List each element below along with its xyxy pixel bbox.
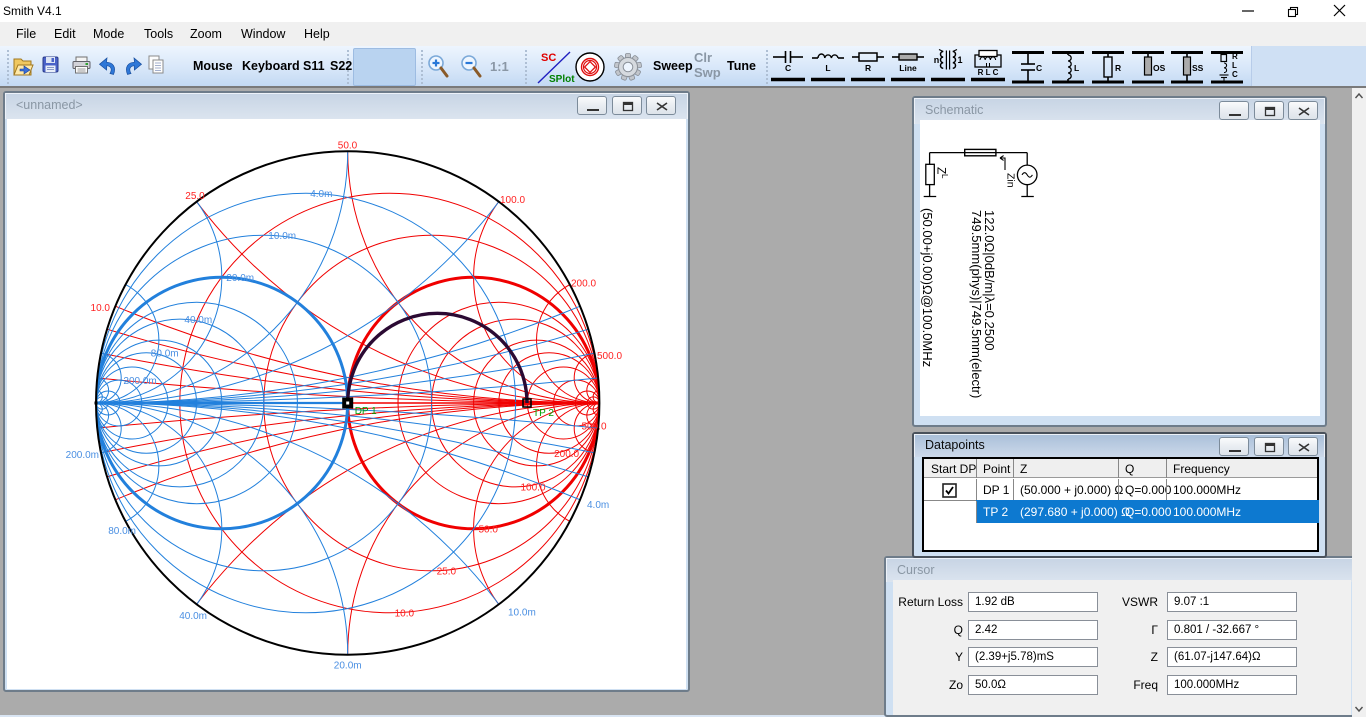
- svg-text:L: L: [940, 174, 949, 179]
- svg-text:50.0: 50.0: [338, 141, 358, 152]
- svg-text:C: C: [1232, 70, 1238, 79]
- svg-text:25.0: 25.0: [437, 567, 457, 578]
- svg-text:SS: SS: [1192, 63, 1204, 73]
- svg-text:40.0m: 40.0m: [179, 611, 207, 622]
- svg-text:L: L: [1074, 63, 1079, 73]
- svg-text:80.0m: 80.0m: [151, 349, 179, 360]
- svg-text:OS: OS: [1153, 63, 1166, 73]
- svg-text:TP 2: TP 2: [533, 408, 554, 419]
- svg-text:40.0m: 40.0m: [184, 315, 212, 326]
- svg-text:10.0m: 10.0m: [508, 608, 536, 619]
- svg-text:(50.00+j0.00)Ω@100.0MHz: (50.00+j0.00)Ω@100.0MHz: [920, 208, 935, 367]
- svg-text:SC: SC: [541, 52, 556, 64]
- svg-text:122.0Ω|0dB/m|λ=0.2500: 122.0Ω|0dB/m|λ=0.2500: [982, 210, 997, 350]
- svg-text:10.0: 10.0: [395, 609, 415, 620]
- svg-text:Line: Line: [899, 63, 917, 73]
- svg-text:500.0: 500.0: [582, 422, 607, 433]
- svg-text:C: C: [785, 63, 791, 73]
- svg-text:20.0m: 20.0m: [334, 660, 362, 671]
- svg-text:200.0m: 200.0m: [123, 376, 156, 387]
- svg-text:Zin: Zin: [1005, 173, 1017, 188]
- svg-text:200.0m: 200.0m: [66, 450, 99, 461]
- svg-text:10.0: 10.0: [91, 303, 111, 314]
- svg-text:4.0m: 4.0m: [310, 189, 332, 200]
- svg-text:100.0: 100.0: [500, 195, 525, 206]
- svg-text:L: L: [825, 63, 830, 73]
- svg-text:500.0: 500.0: [597, 351, 622, 362]
- svg-text:1: 1: [957, 55, 962, 65]
- svg-text:200.0: 200.0: [554, 449, 579, 460]
- svg-text:R: R: [1232, 52, 1238, 61]
- svg-text:SPlot: SPlot: [549, 74, 575, 85]
- svg-text:25.0: 25.0: [185, 191, 205, 202]
- svg-text:80.0m: 80.0m: [108, 526, 136, 537]
- svg-text:50.0: 50.0: [479, 525, 499, 536]
- svg-text:DP 1: DP 1: [355, 406, 377, 417]
- svg-text:4.0m: 4.0m: [587, 500, 609, 511]
- svg-text:R L C: R L C: [978, 68, 999, 77]
- svg-text:R: R: [1115, 63, 1121, 73]
- svg-text:C: C: [1036, 63, 1042, 73]
- svg-text:20.0m: 20.0m: [226, 273, 254, 284]
- svg-text:n: n: [934, 55, 940, 65]
- svg-text:100.0: 100.0: [521, 483, 546, 494]
- svg-text:R: R: [865, 63, 871, 73]
- svg-text:200.0: 200.0: [571, 279, 596, 290]
- svg-text:10.0m: 10.0m: [268, 231, 296, 242]
- svg-text:L: L: [1232, 61, 1237, 70]
